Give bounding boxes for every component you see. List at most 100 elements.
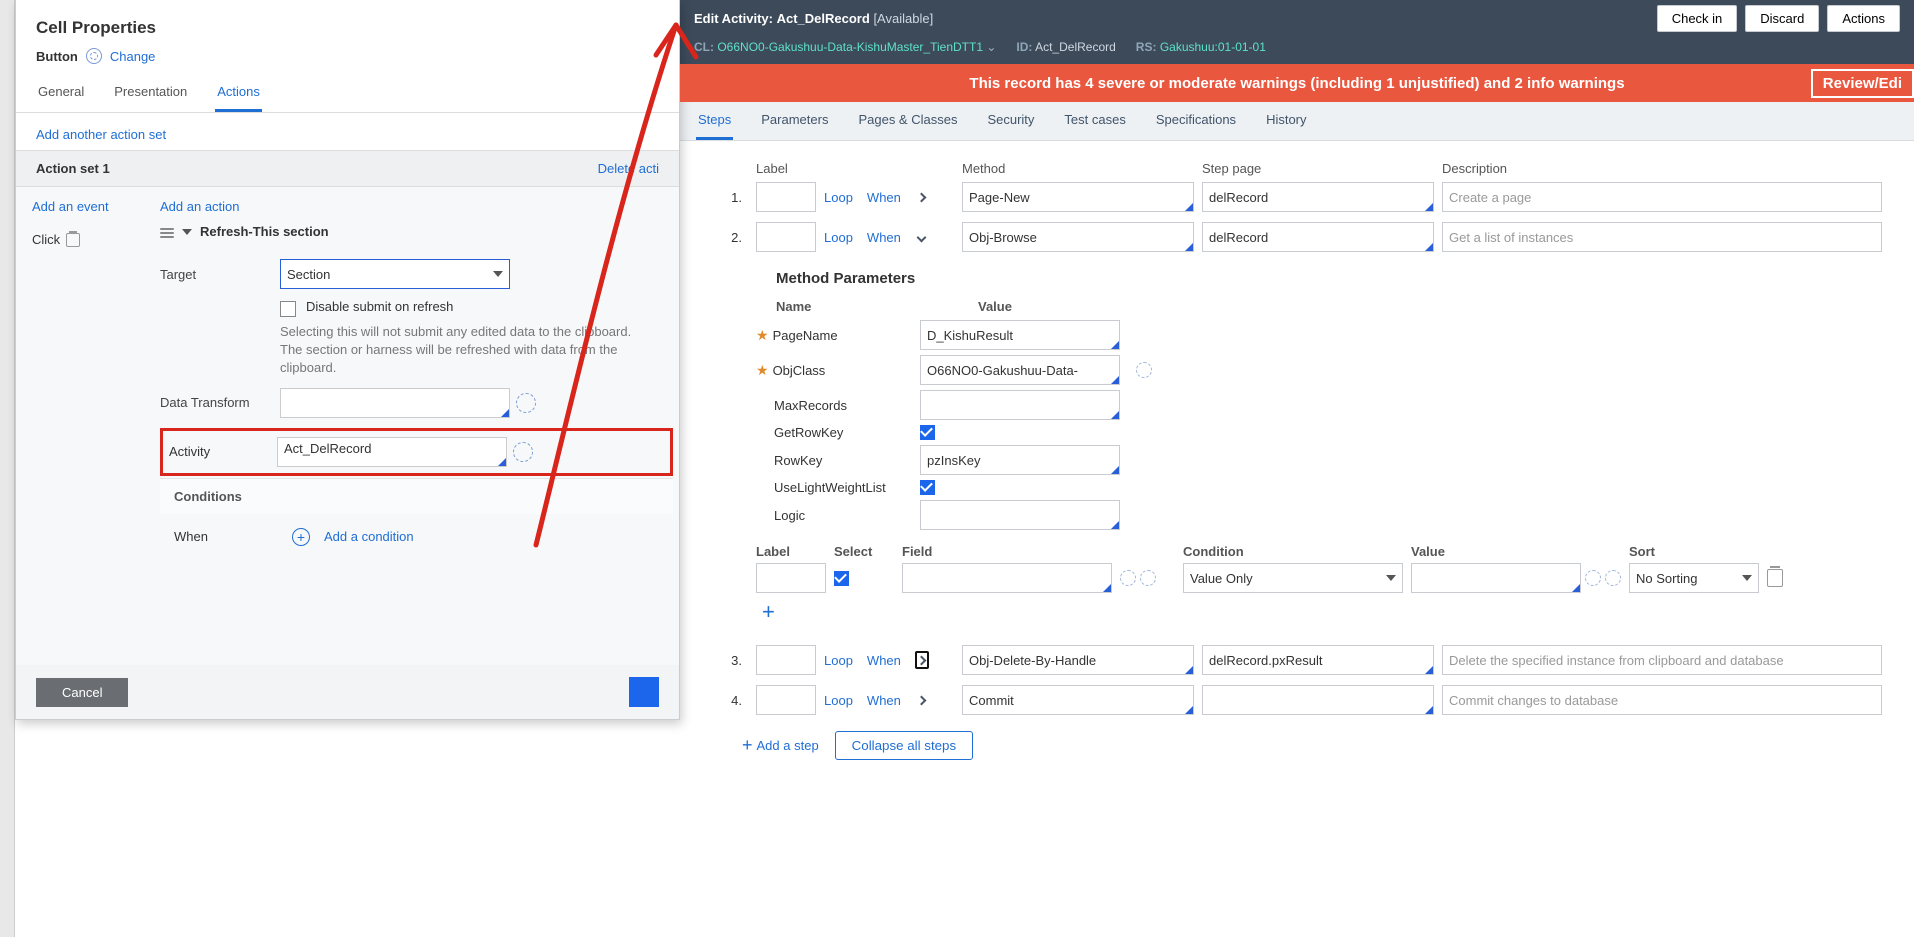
page-input[interactable]: delRecord — [1202, 182, 1434, 212]
page-input[interactable]: delRecord.pxResult — [1202, 645, 1434, 675]
logic-sort-select[interactable]: No Sorting — [1629, 563, 1759, 593]
chevron-right-icon[interactable] — [917, 695, 927, 705]
param-value-input[interactable]: O66NO0-Gakushuu-Data- — [920, 355, 1120, 385]
step-label-input[interactable] — [756, 645, 816, 675]
gear-icon[interactable] — [1585, 570, 1601, 586]
add-action-set-link[interactable]: Add another action set — [16, 113, 679, 150]
class-value[interactable]: O66NO0-Gakushuu-Data-KishuMaster_TienDTT… — [717, 40, 983, 54]
method-input[interactable]: Page-New — [962, 182, 1194, 212]
tab-general[interactable]: General — [36, 76, 86, 112]
when-link[interactable]: When — [867, 693, 901, 708]
action-title: Refresh-This section — [200, 224, 329, 239]
logic-value-input[interactable] — [1411, 563, 1581, 593]
plus-circle-icon[interactable]: + — [292, 528, 310, 546]
activity-input[interactable]: Act_DelRecord — [277, 437, 507, 467]
chevron-down-icon[interactable] — [917, 232, 927, 242]
param-name: ObjClass — [773, 363, 826, 378]
actions-button[interactable]: Actions — [1827, 5, 1900, 32]
param-value-input[interactable]: D_KishuResult — [920, 320, 1120, 350]
logic-condition-select[interactable]: Value Only — [1183, 563, 1403, 593]
description-input[interactable]: Delete the specified instance from clipb… — [1442, 645, 1882, 675]
param-value-input[interactable] — [920, 500, 1120, 530]
logic-select-checkbox[interactable] — [834, 571, 849, 586]
loop-link[interactable]: Loop — [824, 190, 853, 205]
review-button[interactable]: Review/Edi — [1811, 69, 1914, 98]
tab-parameters[interactable]: Parameters — [759, 102, 830, 140]
event-item[interactable]: Click — [32, 232, 140, 247]
activity-name: Act_DelRecord — [777, 11, 870, 26]
tab-security[interactable]: Security — [985, 102, 1036, 140]
activity-label: Activity — [169, 444, 277, 459]
disable-help-text: Selecting this will not submit any edite… — [280, 323, 640, 378]
method-input[interactable]: Obj-Browse — [962, 222, 1194, 252]
drag-icon[interactable] — [160, 226, 174, 238]
step-label-input[interactable] — [756, 182, 816, 212]
add-condition-link[interactable]: Add a condition — [324, 529, 414, 544]
discard-button[interactable]: Discard — [1745, 5, 1819, 32]
method-input[interactable]: Commit — [962, 685, 1194, 715]
logic-field-input[interactable] — [902, 563, 1112, 593]
cell-properties-dialog: Cell Properties Button Change General Pr… — [15, 0, 680, 720]
availability: [Available] — [873, 11, 933, 26]
submit-button[interactable] — [629, 677, 659, 707]
when-link[interactable]: When — [867, 230, 901, 245]
step-label-input[interactable] — [756, 222, 816, 252]
param-name: GetRowKey — [774, 425, 843, 440]
tab-actions[interactable]: Actions — [215, 76, 262, 112]
logic-label-input[interactable] — [756, 563, 826, 593]
gear-icon[interactable] — [1605, 570, 1621, 586]
change-link[interactable]: Change — [110, 49, 156, 64]
add-action-link[interactable]: Add an action — [160, 199, 673, 214]
tab-pages[interactable]: Pages & Classes — [856, 102, 959, 140]
param-name: Logic — [774, 508, 805, 523]
loop-link[interactable]: Loop — [824, 653, 853, 668]
param-checkbox[interactable] — [920, 425, 935, 440]
caret-down-icon[interactable] — [182, 229, 192, 235]
delete-action-set-link[interactable]: Delete acti — [598, 161, 659, 176]
tab-testcases[interactable]: Test cases — [1062, 102, 1127, 140]
collapse-steps-button[interactable]: Collapse all steps — [835, 731, 973, 760]
expand-box-icon[interactable] — [915, 651, 929, 669]
step-number: 4. — [702, 693, 748, 708]
description-input[interactable]: Commit changes to database — [1442, 685, 1882, 715]
param-value-input[interactable]: pzInsKey — [920, 445, 1120, 475]
param-row: UseLightWeightList — [756, 480, 1892, 495]
tab-history[interactable]: History — [1264, 102, 1308, 140]
step-label-input[interactable] — [756, 685, 816, 715]
checkin-button[interactable]: Check in — [1657, 5, 1738, 32]
target-select[interactable]: Section — [280, 259, 510, 289]
target-picker-icon[interactable] — [516, 393, 536, 413]
chevron-right-icon[interactable] — [917, 192, 927, 202]
tab-presentation[interactable]: Presentation — [112, 76, 189, 112]
description-input[interactable]: Create a page — [1442, 182, 1882, 212]
trash-icon[interactable] — [66, 233, 80, 247]
target-picker-icon[interactable] — [513, 442, 533, 462]
data-transform-input[interactable] — [280, 388, 510, 418]
param-row: ★ObjClassO66NO0-Gakushuu-Data- — [756, 355, 1892, 385]
page-input[interactable]: delRecord — [1202, 222, 1434, 252]
add-step-link[interactable]: +Add a step — [742, 735, 819, 756]
gear-icon[interactable] — [1136, 362, 1152, 378]
loop-link[interactable]: Loop — [824, 693, 853, 708]
tab-steps[interactable]: Steps — [696, 102, 733, 140]
ruleset-value[interactable]: Gakushuu:01-01-01 — [1160, 40, 1266, 54]
when-link[interactable]: When — [867, 653, 901, 668]
gear-icon[interactable] — [1140, 570, 1156, 586]
tab-specs[interactable]: Specifications — [1154, 102, 1238, 140]
gear-icon[interactable] — [1120, 570, 1136, 586]
step-number: 1. — [702, 190, 748, 205]
page-input[interactable] — [1202, 685, 1434, 715]
description-input[interactable]: Get a list of instances — [1442, 222, 1882, 252]
trash-icon[interactable] — [1767, 569, 1783, 587]
add-event-link[interactable]: Add an event — [32, 199, 140, 214]
param-value-input[interactable] — [920, 390, 1120, 420]
control-type: Button — [36, 49, 78, 64]
param-checkbox[interactable] — [920, 480, 935, 495]
method-input[interactable]: Obj-Delete-By-Handle — [962, 645, 1194, 675]
param-name: RowKey — [774, 453, 822, 468]
disable-submit-checkbox[interactable] — [280, 301, 296, 317]
cancel-button[interactable]: Cancel — [36, 678, 128, 707]
when-link[interactable]: When — [867, 190, 901, 205]
add-logic-row-icon[interactable]: + — [762, 599, 1892, 625]
loop-link[interactable]: Loop — [824, 230, 853, 245]
